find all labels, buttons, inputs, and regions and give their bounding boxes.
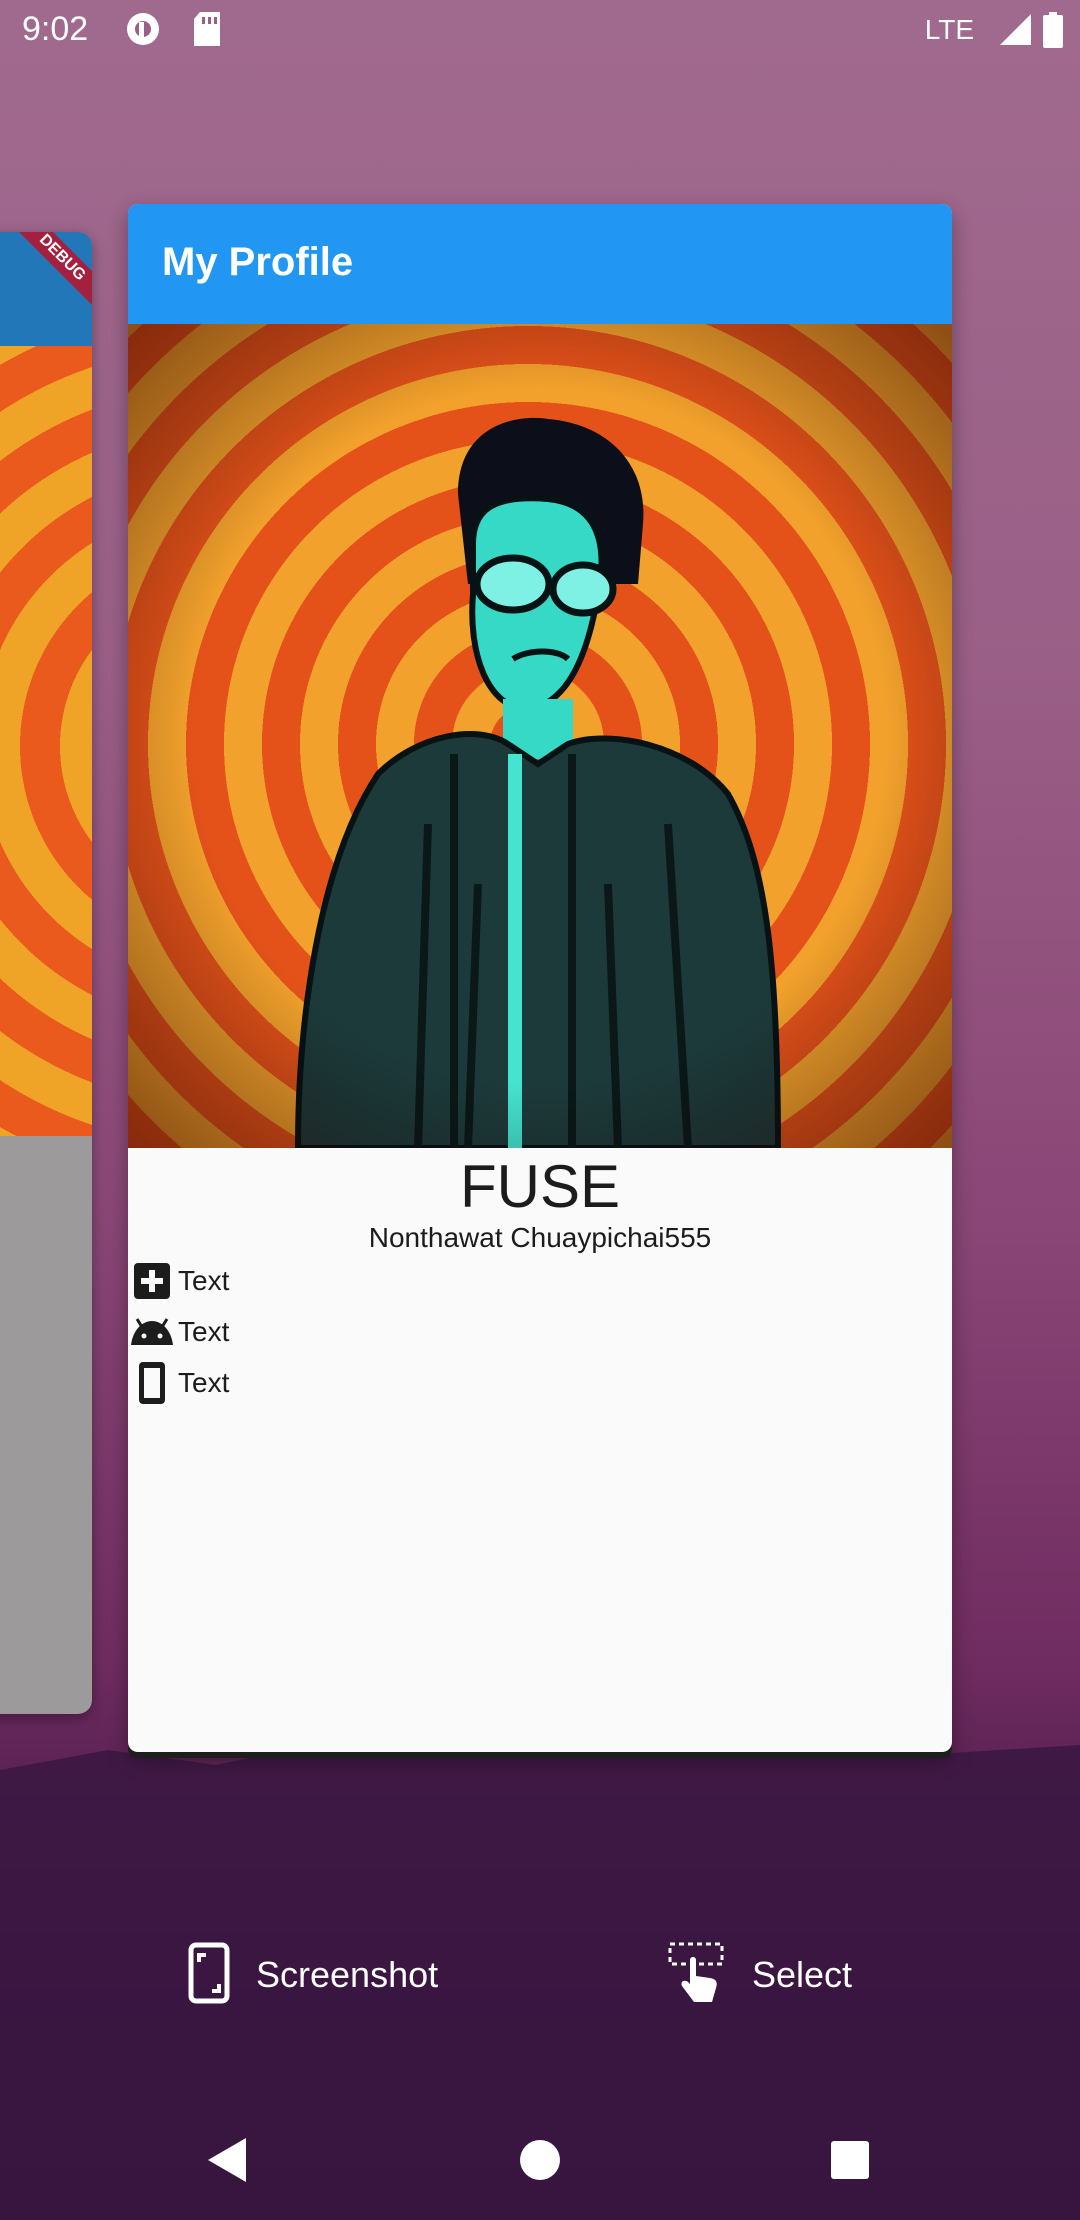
screenshot-icon bbox=[188, 1942, 230, 2009]
app-bar: My Profile bbox=[128, 204, 952, 324]
recents-icon[interactable] bbox=[820, 2130, 880, 2190]
profile-full-name: Nonthawat Chuaypichai555 bbox=[368, 1222, 712, 1253]
recent-app-card-background[interactable]: DEBUG bbox=[0, 232, 92, 1714]
select-icon bbox=[668, 1942, 726, 2009]
app-title: My Profile bbox=[162, 240, 354, 284]
profile-image bbox=[128, 324, 952, 1148]
select-label: Select bbox=[752, 1954, 853, 1995]
overview-actions: Screenshot Select bbox=[0, 1930, 1080, 2020]
info-row: Text bbox=[128, 1307, 229, 1357]
screenshot-label: Screenshot bbox=[256, 1954, 439, 1995]
network-type: LTE bbox=[924, 14, 974, 45]
battery-icon bbox=[1042, 12, 1064, 50]
pocket-casts-icon bbox=[126, 12, 160, 50]
phone-icon bbox=[128, 1359, 176, 1407]
android-icon bbox=[128, 1308, 176, 1356]
navigation-bar bbox=[0, 2100, 1080, 2220]
info-row-text: Text bbox=[178, 1367, 230, 1398]
info-row-text: Text bbox=[178, 1265, 230, 1296]
background-app-image bbox=[0, 346, 92, 1136]
status-time: 9:02 bbox=[22, 10, 89, 48]
home-icon[interactable] bbox=[510, 2130, 570, 2190]
back-icon[interactable] bbox=[196, 2130, 256, 2190]
info-row-text: Text bbox=[178, 1316, 230, 1347]
info-row: Text bbox=[128, 1358, 229, 1408]
signal-icon bbox=[998, 12, 1032, 50]
sd-card-icon bbox=[192, 12, 226, 50]
screenshot-button[interactable]: Screenshot bbox=[188, 1930, 438, 2020]
add-box-icon bbox=[128, 1257, 176, 1305]
select-button[interactable]: Select bbox=[668, 1930, 852, 2020]
status-bar: 9:02 LTE bbox=[0, 0, 1080, 66]
recent-app-card[interactable]: My Profile FUSE Nonthawat Chuaypichai555… bbox=[128, 204, 952, 1752]
info-row: Text bbox=[128, 1256, 229, 1306]
profile-nickname: FUSE bbox=[459, 1153, 621, 1220]
